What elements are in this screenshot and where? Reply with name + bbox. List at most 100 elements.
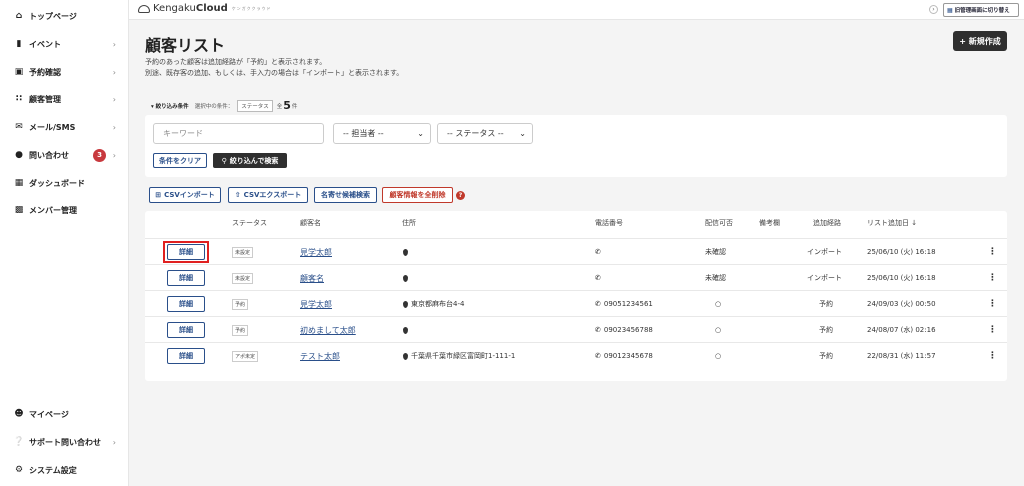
page-title: 顧客リスト <box>145 36 226 55</box>
description-line: 別途、既存客の追加、もしくは、手入力の場合は「インポート」と表示されます。 <box>145 69 404 77</box>
total-prefix: 全 <box>276 103 283 110</box>
staff-select[interactable]: -- 担当者 -- ⌄ <box>333 123 431 144</box>
name-cell: 見学太郎 <box>300 239 332 265</box>
address-cell: 東京都麻布台4-4 <box>403 291 464 317</box>
phone-cell: ✆ <box>595 239 604 265</box>
csv-import-label: CSVインポート <box>164 191 215 199</box>
sidebar-item-label: マイページ <box>29 409 69 419</box>
more-options-icon[interactable]: ⋮ <box>988 239 997 265</box>
sidebar-item-event[interactable]: ▮ イベント › <box>14 36 122 52</box>
column-header[interactable]: ステータス <box>232 218 267 228</box>
chart-icon: ▦ <box>14 178 24 188</box>
column-header[interactable]: 顧客名 <box>300 218 321 228</box>
sidebar-item-label: サポート問い合わせ <box>29 437 101 447</box>
column-header[interactable]: リスト追加日 ↓ <box>867 218 917 228</box>
status-select[interactable]: -- ステータス -- ⌄ <box>437 123 533 144</box>
column-header[interactable]: 配信可否 <box>705 218 733 228</box>
filter-toggle[interactable]: ▾ 絞り込み条件 <box>151 102 189 110</box>
gear-icon: ⚙ <box>14 465 24 475</box>
detail-button[interactable]: 詳細 <box>167 348 205 364</box>
sidebar-item-dashboard[interactable]: ▦ ダッシュボード <box>14 175 122 191</box>
more-options-icon[interactable]: ⋮ <box>988 343 997 369</box>
column-header[interactable]: 追加経路 <box>813 218 841 228</box>
date-cell: 24/08/07 (水) 02:16 <box>867 326 936 334</box>
sidebar-item-label: 予約確認 <box>29 67 61 77</box>
date-cell: 24/09/03 (火) 00:50 <box>867 300 936 308</box>
clear-conditions-button[interactable]: 条件をクリア <box>153 153 207 168</box>
address-cell: 千葉県千葉市緑区富岡町1-111-1 <box>403 343 515 369</box>
customer-name-link[interactable]: 顧客名 <box>300 273 324 284</box>
keyword-input[interactable]: キーワード <box>153 123 324 144</box>
deliverable-cell: ○ <box>715 326 722 334</box>
sidebar-item-label: トップページ <box>29 11 77 21</box>
sidebar-item-label: 顧客管理 <box>29 94 61 104</box>
sidebar-item-members[interactable]: ▩ メンバー管理 <box>14 202 122 218</box>
phone-text: 09012345678 <box>603 352 653 360</box>
status-cell: 未設定 <box>232 239 254 265</box>
logo-text: Kengaku <box>153 3 196 14</box>
staff-select-value: -- 担当者 -- <box>343 129 384 138</box>
collapse-icon[interactable]: › <box>929 5 938 14</box>
detail-button[interactable]: 詳細 <box>167 270 205 286</box>
column-header[interactable]: 住所 <box>402 218 416 228</box>
detail-button[interactable]: 詳細 <box>167 296 205 312</box>
user-icon: ☻ <box>14 409 24 419</box>
status-select-value: -- ステータス -- <box>447 129 504 138</box>
more-options-icon[interactable]: ⋮ <box>988 265 997 291</box>
column-header[interactable]: 備考欄 <box>759 218 780 228</box>
customer-name-link[interactable]: テスト太郎 <box>300 351 340 362</box>
sidebar-item-inquiry[interactable]: ● 問い合わせ 3 › <box>14 147 122 163</box>
customer-name-link[interactable]: 初めまして太郎 <box>300 325 356 336</box>
phone-icon: ✆ <box>595 300 601 308</box>
total-count: 5 <box>283 99 291 112</box>
filter-search-button[interactable]: ⚲ 絞り込んで検索 <box>213 153 287 168</box>
home-icon: ⌂ <box>15 11 23 21</box>
address-cell <box>403 317 411 343</box>
phone-icon: ✆ <box>595 326 601 334</box>
table-row: 詳細 予約 初めまして太郎 ✆ 09023456788 ○ 予約 24/08/07… <box>145 316 1007 342</box>
sidebar-item-customers[interactable]: ∷ 顧客管理 › <box>14 91 122 107</box>
sidebar-item-mypage[interactable]: ☻ マイページ <box>14 406 122 422</box>
sidebar-item-mail[interactable]: ✉ メール/SMS › <box>14 119 122 135</box>
switch-icon: ▦ <box>947 6 953 14</box>
switch-admin-button[interactable]: ▦ 旧管理画面に切り替え <box>943 3 1019 17</box>
more-options-icon[interactable]: ⋮ <box>988 291 997 317</box>
help-icon[interactable]: ? <box>456 191 465 200</box>
sidebar-item-label: メール/SMS <box>29 122 76 132</box>
new-create-button[interactable]: + 新規作成 <box>953 31 1007 51</box>
search-icon: ⚲ <box>221 156 227 165</box>
column-header[interactable]: 電話番号 <box>595 218 623 228</box>
csv-export-button[interactable]: ⇧ CSVエクスポート <box>228 187 308 203</box>
more-options-icon[interactable]: ⋮ <box>988 317 997 343</box>
name-cell: 初めまして太郎 <box>300 317 356 343</box>
app-logo[interactable]: Kengaku Cloud ケンガククラウド <box>138 3 272 14</box>
users-icon: ∷ <box>15 94 23 104</box>
status-badge: 予約 <box>232 324 249 336</box>
sidebar: ⌂ トップページ ▮ イベント › ▣ 予約確認 › ∷ 顧客管理 › ✉ メー… <box>0 0 129 486</box>
chat-icon: ● <box>15 150 23 160</box>
phone-cell: ✆ 09051234561 <box>595 291 653 317</box>
sidebar-item-settings[interactable]: ⚙ システム設定 <box>14 462 122 478</box>
sidebar-item-reservation[interactable]: ▣ 予約確認 › <box>14 64 122 80</box>
detail-button[interactable]: 詳細 <box>167 322 205 338</box>
route-cell: インポート <box>807 248 842 256</box>
description-line: 予約のあった顧客は追加経路が「予約」と表示されます。 <box>145 58 327 66</box>
route-cell: 予約 <box>819 326 833 334</box>
top-header: Kengaku Cloud ケンガククラウド › ▦ 旧管理画面に切り替え <box>129 0 1024 20</box>
table-row: 詳細 アポ未定 テスト太郎 千葉県千葉市緑区富岡町1-111-1 ✆ 090123… <box>145 342 1007 368</box>
csv-import-button[interactable]: ⊞ CSVインポート <box>149 187 221 203</box>
status-cell: 未設定 <box>232 265 254 291</box>
sidebar-item-support[interactable]: ❔ サポート問い合わせ › <box>13 434 122 450</box>
address-text: 千葉県千葉市緑区富岡町1-111-1 <box>411 352 516 360</box>
sidebar-item-top[interactable]: ⌂ トップページ <box>14 8 122 24</box>
chevron-right-icon: › <box>112 39 116 49</box>
duplicate-search-button[interactable]: 名寄せ候補検索 <box>314 187 377 203</box>
export-icon: ⇧ <box>234 191 241 199</box>
name-cell: 見学太郎 <box>300 291 332 317</box>
customer-name-link[interactable]: 見学太郎 <box>300 299 332 310</box>
customer-name-link[interactable]: 見学太郎 <box>300 247 332 258</box>
delete-all-button[interactable]: 顧客情報を全削除 <box>382 187 453 203</box>
date-cell: 25/06/10 (火) 16:18 <box>867 274 936 282</box>
phone-text: 09051234561 <box>603 300 653 308</box>
chevron-right-icon: › <box>112 122 116 132</box>
